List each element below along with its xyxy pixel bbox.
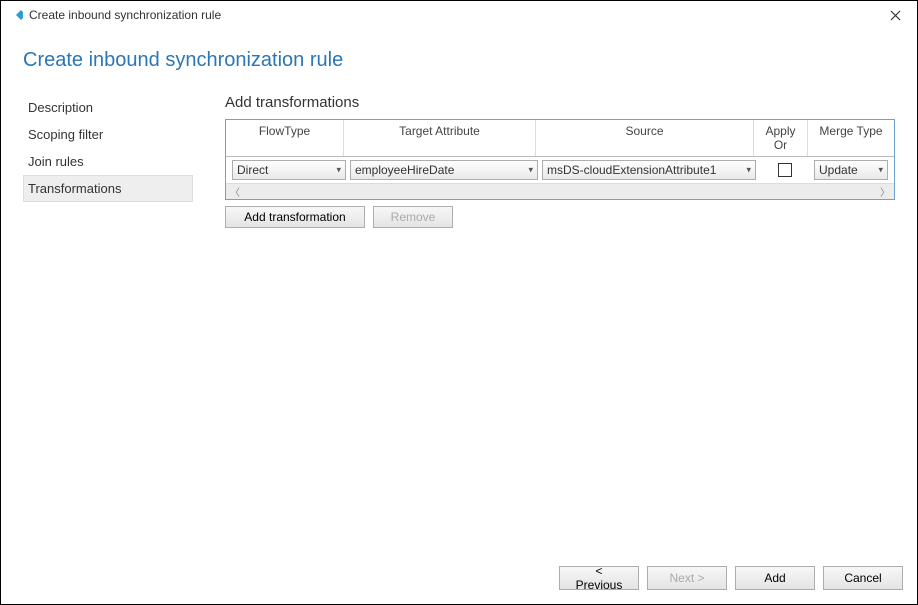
chevron-down-icon: ▾ [528, 165, 533, 176]
add-transformation-button[interactable]: Add transformation [225, 206, 365, 228]
col-header-merge-type: Merge Type [808, 120, 894, 156]
main-panel: Add transformations FlowType Target Attr… [225, 94, 895, 228]
grid-header: FlowType Target Attribute Source Apply O… [226, 120, 894, 157]
col-header-apply-once: Apply Or [754, 120, 808, 156]
sidenav-item-description[interactable]: Description [23, 94, 193, 121]
target-attribute-dropdown[interactable]: employeeHireDate ▾ [350, 160, 538, 180]
scroll-right-icon[interactable]: 〉 [880, 184, 890, 199]
col-header-source: Source [536, 120, 754, 156]
merge-type-value: Update [819, 163, 858, 177]
cancel-button[interactable]: Cancel [823, 566, 903, 590]
target-attribute-value: employeeHireDate [355, 163, 454, 177]
scroll-left-icon[interactable]: 〈 [230, 184, 240, 199]
col-header-target-attribute: Target Attribute [344, 120, 536, 156]
page-title: Create inbound synchronization rule [23, 49, 895, 72]
titlebar: Create inbound synchronization rule [1, 1, 917, 29]
source-dropdown[interactable]: msDS-cloudExtensionAttribute1 ▾ [542, 160, 756, 180]
remove-button[interactable]: Remove [373, 206, 453, 228]
flowtype-value: Direct [237, 163, 268, 177]
source-value: msDS-cloudExtensionAttribute1 [547, 163, 716, 177]
merge-type-dropdown[interactable]: Update ▾ [814, 160, 888, 180]
sidenav-item-scoping-filter[interactable]: Scoping filter [23, 121, 193, 148]
app-icon [9, 8, 23, 22]
flowtype-dropdown[interactable]: Direct ▾ [232, 160, 346, 180]
sidenav-item-join-rules[interactable]: Join rules [23, 148, 193, 175]
next-button[interactable]: Next > [647, 566, 727, 590]
side-nav: Description Scoping filter Join rules Tr… [23, 94, 193, 202]
chevron-down-icon: ▾ [336, 165, 341, 176]
apply-once-checkbox[interactable] [778, 163, 792, 177]
grid-row: Direct ▾ employeeHireDate ▾ msDS-cloudEx… [226, 157, 894, 183]
add-button[interactable]: Add [735, 566, 815, 590]
transformations-grid: FlowType Target Attribute Source Apply O… [225, 119, 895, 200]
previous-button[interactable]: < Previous [559, 566, 639, 590]
wizard-footer: < Previous Next > Add Cancel [1, 556, 917, 604]
chevron-down-icon: ▾ [746, 165, 751, 176]
close-icon[interactable] [881, 5, 909, 25]
sidenav-item-transformations[interactable]: Transformations [23, 175, 193, 202]
window-title: Create inbound synchronization rule [29, 8, 881, 22]
col-header-flowtype: FlowType [226, 120, 344, 156]
section-title: Add transformations [225, 94, 895, 111]
chevron-down-icon: ▾ [878, 165, 883, 176]
horizontal-scrollbar[interactable]: 〈 〉 [226, 183, 894, 199]
